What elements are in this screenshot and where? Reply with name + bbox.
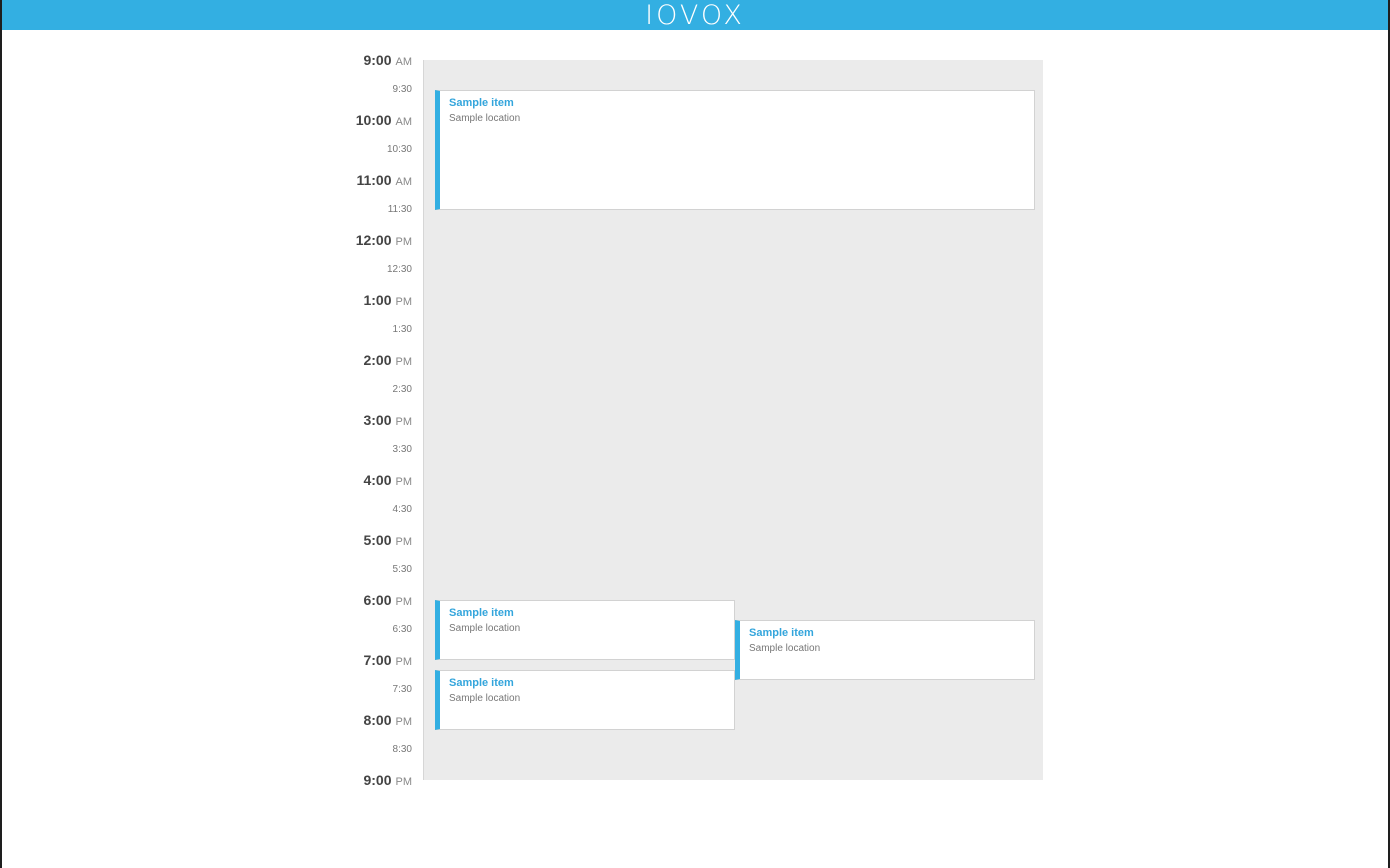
time-label-half: 11:30 <box>387 204 412 215</box>
time-label-hour: 6:00 PM <box>363 593 412 609</box>
event-location: Sample location <box>749 643 821 654</box>
ampm-text: PM <box>395 356 413 368</box>
time-label-hour: 12:00 PM <box>356 233 412 249</box>
hour-text: 6:00 <box>363 592 392 608</box>
time-label-half: 8:30 <box>392 744 412 755</box>
ampm-text: AM <box>395 56 413 68</box>
event-title: Sample item <box>449 97 514 109</box>
calendar-event[interactable]: Sample item Sample location <box>435 600 735 660</box>
ampm-text: PM <box>395 716 413 728</box>
time-label-hour: 5:00 PM <box>363 533 412 549</box>
day-grid[interactable]: Sample item Sample location Sample item … <box>423 60 1043 780</box>
calendar-event[interactable]: Sample item Sample location <box>735 620 1035 680</box>
event-title: Sample item <box>749 627 814 639</box>
calendar-event[interactable]: Sample item Sample location <box>435 670 735 730</box>
hour-text: 3:00 <box>363 412 392 428</box>
event-title: Sample item <box>449 607 514 619</box>
hour-text: 7:00 <box>363 652 392 668</box>
time-label-half: 3:30 <box>392 444 412 455</box>
calendar-event[interactable]: Sample item Sample location <box>435 90 1035 210</box>
hour-text: 4:00 <box>363 472 392 488</box>
hour-text: 2:00 <box>363 352 392 368</box>
time-label-half: 2:30 <box>392 384 412 395</box>
ampm-text: PM <box>395 236 413 248</box>
event-location: Sample location <box>449 113 521 124</box>
ampm-text: AM <box>395 116 413 128</box>
hour-text: 12:00 <box>355 232 392 248</box>
hour-text: 10:00 <box>355 112 392 128</box>
ampm-text: AM <box>395 176 413 188</box>
time-label-half: 12:30 <box>386 264 412 275</box>
hour-text: 5:00 <box>363 532 392 548</box>
hour-text: 9:00 <box>363 772 392 788</box>
header-bar: IOVOX <box>2 0 1388 31</box>
time-label-half: 7:30 <box>392 684 412 695</box>
ampm-text: PM <box>395 596 413 608</box>
time-label-half: 1:30 <box>392 324 412 335</box>
time-label-hour: 2:00 PM <box>363 353 412 369</box>
ampm-text: PM <box>395 416 413 428</box>
ampm-text: PM <box>395 536 413 548</box>
brand-logo: IOVOX <box>645 0 745 31</box>
hour-text: 1:00 <box>363 292 392 308</box>
ampm-text: PM <box>395 656 413 668</box>
hour-text: 9:00 <box>363 52 392 68</box>
window-frame-left <box>0 0 2 868</box>
time-label-half: 9:30 <box>392 84 412 95</box>
time-label-hour: 9:00 AM <box>363 53 412 69</box>
time-label-hour: 8:00 PM <box>363 713 412 729</box>
ampm-text: PM <box>395 476 413 488</box>
time-label-half: 4:30 <box>392 504 412 515</box>
ampm-text: PM <box>395 776 413 788</box>
time-label-hour: 7:00 PM <box>363 653 412 669</box>
time-label-hour: 3:00 PM <box>363 413 412 429</box>
event-location: Sample location <box>449 693 521 704</box>
hour-text: 8:00 <box>363 712 392 728</box>
time-label-hour: 11:00 AM <box>356 173 412 189</box>
event-location: Sample location <box>449 623 521 634</box>
time-label-hour: 1:00 PM <box>363 293 412 309</box>
time-label-hour: 4:00 PM <box>363 473 412 489</box>
time-label-hour: 10:00 AM <box>356 113 412 129</box>
calendar-page: IOVOX 9:00 AM 9:30 10:00 AM 10:30 11:00 AM … <box>0 0 1390 868</box>
hour-text: 11:00 <box>356 172 392 188</box>
time-label-hour: 9:00 PM <box>363 773 412 789</box>
ampm-text: PM <box>395 296 413 308</box>
time-label-half: 6:30 <box>392 624 412 635</box>
time-label-half: 10:30 <box>386 144 412 155</box>
event-title: Sample item <box>449 677 514 689</box>
time-label-half: 5:30 <box>392 564 412 575</box>
